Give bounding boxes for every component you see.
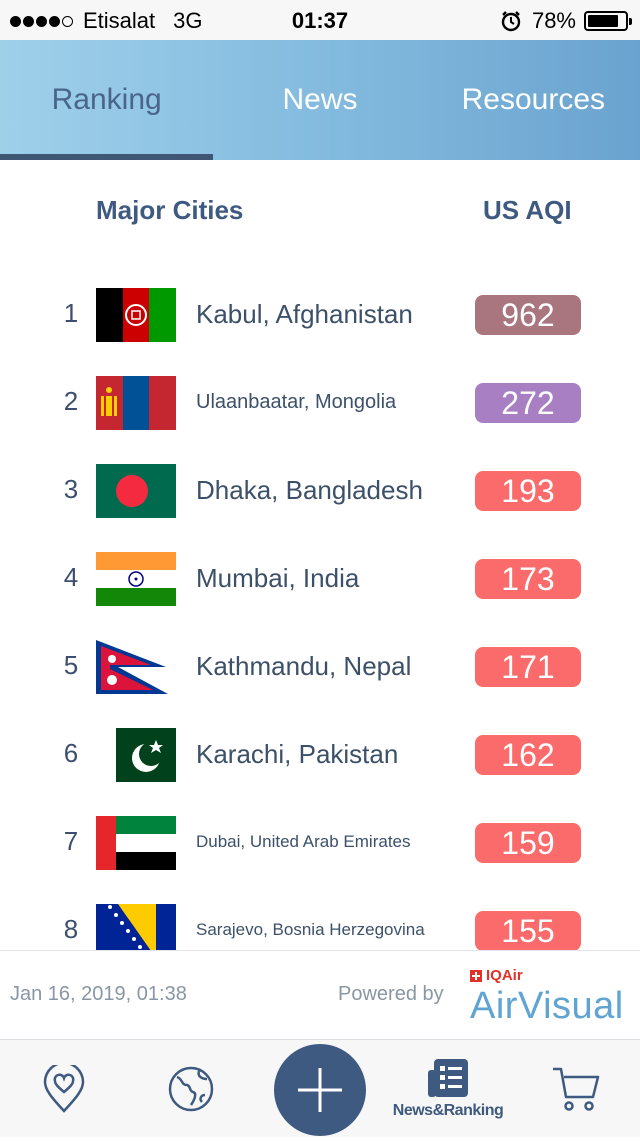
tab-news[interactable]: News [213, 40, 426, 160]
city-name: Karachi, Pakistan [196, 738, 399, 769]
city-row[interactable]: 8 Sarajevo, Bosnia Herzegovina 155 [0, 886, 640, 950]
city-row[interactable]: 5 Kathmandu, Nepal 171 [0, 622, 640, 710]
mongolia-flag-icon [96, 376, 176, 430]
city-name: Dhaka, Bangladesh [196, 474, 423, 505]
tab-bar: Ranking News Resources [0, 40, 640, 160]
nav-world-map[interactable] [161, 1040, 221, 1137]
alarm-clock-icon [501, 11, 521, 32]
nav-news-ranking-label: News&Ranking [392, 1101, 504, 1119]
last-updated-date: Jan 16, 2019, 01:38 [10, 983, 187, 1005]
powered-by-label: Powered by [338, 983, 444, 1005]
tab-resources[interactable]: Resources [427, 40, 640, 160]
tab-news-label: News [282, 83, 358, 116]
tab-ranking-label: Ranking [51, 83, 162, 116]
add-city-button[interactable] [274, 1044, 366, 1136]
city-rank: 7 [63, 826, 79, 856]
status-right: 78% [500, 8, 632, 34]
aqi-badge: 171 [475, 647, 581, 687]
nepal-flag-icon [96, 640, 176, 694]
tab-resources-label: Resources [461, 83, 606, 116]
uae-flag-icon [96, 816, 176, 870]
status-bar: Etisalat 3G 01:37 78% [0, 0, 640, 40]
heart-location-icon [43, 1064, 85, 1113]
city-rank: 1 [63, 298, 79, 328]
aqi-badge: 272 [475, 383, 581, 423]
nav-favorites[interactable] [34, 1040, 94, 1137]
bottom-nav: News&Ranking [0, 1039, 640, 1137]
aqi-badge: 159 [475, 823, 581, 863]
city-rank: 8 [63, 914, 79, 944]
city-row[interactable]: 6 Karachi, Pakistan 162 [0, 710, 640, 798]
city-name: Sarajevo, Bosnia Herzegovina [196, 920, 425, 939]
battery-percent: 78% [531, 8, 576, 33]
major-cities-header: Major Cities [96, 195, 244, 225]
tab-ranking[interactable]: Ranking [0, 40, 214, 160]
globe-icon [168, 1066, 214, 1111]
city-name: Kabul, Afghanistan [196, 298, 413, 329]
aqi-badge: 193 [475, 471, 581, 511]
city-rank: 3 [63, 474, 79, 504]
iqair-logo: IQAir [470, 967, 523, 984]
city-name: Ulaanbaatar, Mongolia [196, 390, 397, 413]
iqair-text: IQAir [486, 967, 523, 984]
cart-icon [553, 1067, 600, 1111]
city-name: Mumbai, India [196, 562, 360, 593]
us-aqi-header: US AQI [483, 195, 572, 225]
nav-shop[interactable] [546, 1040, 606, 1137]
city-row[interactable]: 4 Mumbai, India 173 [0, 534, 640, 622]
india-flag-icon [96, 552, 176, 606]
aqi-badge: 962 [475, 295, 581, 335]
bangladesh-flag-icon [96, 464, 176, 518]
bosnia-flag-icon [96, 904, 176, 950]
city-row[interactable]: 7 Dubai, United Arab Emirates 159 [0, 798, 640, 886]
city-rank: 5 [63, 650, 79, 680]
news-list-icon [428, 1058, 468, 1097]
pakistan-flag-icon [116, 728, 176, 782]
aqi-badge: 173 [475, 559, 581, 599]
nav-news-ranking[interactable]: News&Ranking [386, 1040, 510, 1137]
city-rank: 2 [63, 386, 79, 416]
plus-icon [298, 1068, 342, 1112]
afghanistan-flag-icon [96, 288, 176, 342]
airvisual-logo[interactable]: AirVisual [470, 985, 624, 1028]
city-name: Kathmandu, Nepal [196, 650, 412, 681]
city-row[interactable]: 3 Dhaka, Bangladesh 193 [0, 446, 640, 534]
aqi-badge: 155 [475, 911, 581, 950]
swiss-cross-icon [470, 969, 482, 982]
city-rank: 6 [63, 738, 79, 768]
city-rank: 4 [63, 562, 79, 592]
data-source-footer: Jan 16, 2019, 01:38 Powered by IQAir Air… [0, 950, 640, 1039]
city-ranking-list[interactable]: 1 Kabul, Afghanistan 962 2 Ulaanbaatar, … [0, 270, 640, 950]
city-row[interactable]: 1 Kabul, Afghanistan 962 [0, 270, 640, 358]
battery-icon [584, 11, 632, 31]
aqi-badge: 162 [475, 735, 581, 775]
city-name: Dubai, United Arab Emirates [196, 832, 411, 851]
city-row[interactable]: 2 Ulaanbaatar, Mongolia 272 [0, 358, 640, 446]
